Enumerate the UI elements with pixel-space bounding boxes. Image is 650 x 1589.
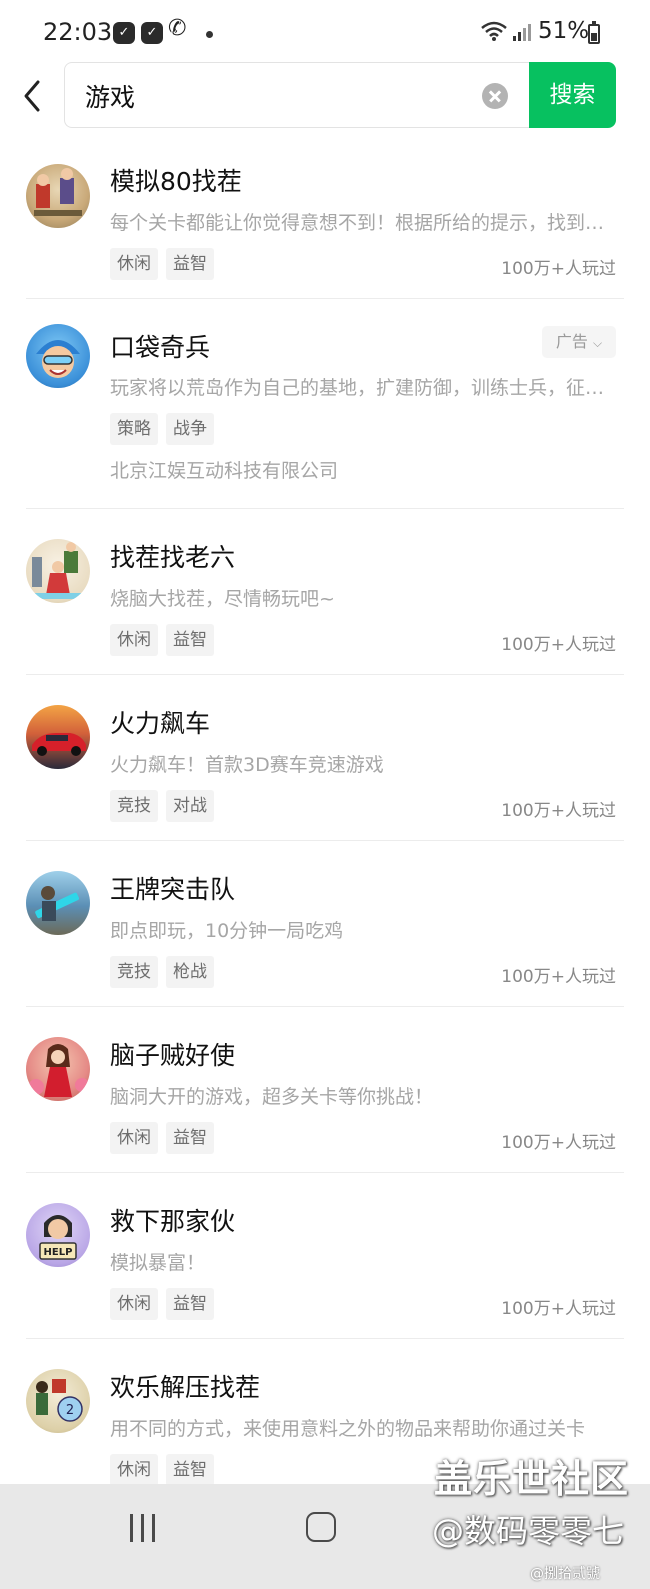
game-tags: 休闲 益智	[110, 1122, 214, 1154]
watermark-weibo: @捌拾贰號	[530, 1566, 600, 1582]
game-item-ad[interactable]: 口袋奇兵 广告 ⌵ 玩家将以荒岛作为自己的基地，扩建防御，训练士兵，征服世界 策…	[0, 299, 650, 509]
game-tag: 休闲	[110, 624, 158, 656]
search-box[interactable]	[64, 62, 529, 128]
search-input[interactable]	[85, 77, 465, 115]
game-item[interactable]: 找茬找老六 烧脑大找茬，尽情畅玩吧~ 休闲 益智 100万+人玩过	[0, 509, 650, 675]
game-item[interactable]: HELP 救下那家伙 模拟暴富！ 休闲 益智 100万+人玩过	[0, 1173, 650, 1339]
game-item[interactable]: 脑子贼好使 脑洞大开的游戏，超多关卡等你挑战！ 休闲 益智 100万+人玩过	[0, 1007, 650, 1173]
game-tag: 战争	[166, 413, 214, 445]
game-tags: 休闲 益智	[110, 248, 214, 280]
game-tags: 休闲 益智	[110, 1454, 214, 1486]
play-count: 100万+人玩过	[501, 259, 616, 279]
ad-badge[interactable]: 广告 ⌵	[542, 326, 616, 358]
game-tag: 竞技	[110, 956, 158, 988]
app-notification-icon: ✓	[141, 22, 163, 44]
game-avatar	[26, 324, 90, 388]
game-avatar	[26, 1037, 90, 1101]
nav-home-icon[interactable]	[306, 1512, 336, 1542]
game-description: 每个关卡都能让你觉得意想不到！根据所给的提示，找到场景中的不同之处	[110, 212, 605, 234]
play-count: 100万+人玩过	[501, 1299, 616, 1319]
game-tag: 益智	[166, 1122, 214, 1154]
nav-recent-icon[interactable]	[128, 1514, 158, 1542]
game-description: 烧脑大找茬，尽情畅玩吧~	[110, 588, 335, 610]
chevron-down-icon: ⌵	[593, 336, 603, 350]
game-description: 模拟暴富！	[110, 1252, 206, 1274]
game-tag: 益智	[166, 1454, 214, 1486]
game-description: 脑洞大开的游戏，超多关卡等你挑战！	[110, 1086, 434, 1108]
ad-label: 广告	[555, 332, 588, 351]
game-tags: 竞技 枪战	[110, 956, 214, 988]
game-item[interactable]: 王牌突击队 即点即玩，10分钟一局吃鸡 竞技 枪战 100万+人玩过	[0, 841, 650, 1007]
game-tags: 策略 战争	[110, 413, 214, 445]
game-tags: 休闲 益智	[110, 624, 214, 656]
game-tag: 竞技	[110, 790, 158, 822]
game-description: 用不同的方式，来使用意料之外的物品来帮助你通过关卡	[110, 1418, 586, 1440]
game-list: 模拟80找茬 每个关卡都能让你觉得意想不到！根据所给的提示，找到场景中的不同之处…	[0, 140, 650, 1499]
back-arrow-icon	[24, 80, 40, 112]
search-button[interactable]: 搜索	[529, 62, 616, 128]
game-description: 玩家将以荒岛作为自己的基地，扩建防御，训练士兵，征服世界	[110, 377, 605, 399]
play-count: 100万+人玩过	[501, 635, 616, 655]
game-avatar	[26, 705, 90, 769]
avatar-help-text: HELP	[44, 1247, 73, 1258]
svg-text:2: 2	[66, 1403, 74, 1418]
game-description: 即点即玩，10分钟一局吃鸡	[110, 920, 344, 942]
game-title: 找茬找老六	[110, 543, 236, 572]
app-notification-icon: ✓	[113, 22, 135, 44]
game-tag: 益智	[166, 248, 214, 280]
game-avatar	[26, 164, 90, 228]
game-title: 火力飙车	[110, 709, 211, 738]
game-tags: 竞技 对战	[110, 790, 214, 822]
game-title: 口袋奇兵	[110, 333, 211, 362]
developer-name: 北京江娱互动科技有限公司	[110, 460, 339, 482]
play-count: 100万+人玩过	[501, 1133, 616, 1153]
game-description: 火力飙车！首款3D赛车竞速游戏	[110, 754, 384, 776]
game-tag: 休闲	[110, 1288, 158, 1320]
wifi-icon	[481, 21, 507, 41]
game-tag: 对战	[166, 790, 214, 822]
game-tags: 休闲 益智	[110, 1288, 214, 1320]
play-count: 100万+人玩过	[501, 967, 616, 987]
signal-icon	[513, 24, 531, 41]
game-title: 脑子贼好使	[110, 1041, 236, 1070]
game-tag: 枪战	[166, 956, 214, 988]
game-tag: 益智	[166, 624, 214, 656]
game-tag: 休闲	[110, 248, 158, 280]
status-time: 22:03	[43, 18, 113, 46]
game-title: 王牌突击队	[110, 875, 236, 904]
game-avatar: HELP	[26, 1203, 90, 1267]
play-count: 100万+人玩过	[501, 801, 616, 821]
game-tag: 益智	[166, 1288, 214, 1320]
watermark-author: @数码零零七	[432, 1512, 625, 1550]
game-title: 欢乐解压找茬	[110, 1373, 261, 1402]
watermark-community: 盖乐世社区	[434, 1457, 630, 1501]
status-bar: 22:03 ✓ ✓ ✆ 51%	[0, 0, 650, 64]
game-item[interactable]: 模拟80找茬 每个关卡都能让你觉得意想不到！根据所给的提示，找到场景中的不同之处…	[0, 140, 650, 299]
game-tag: 休闲	[110, 1454, 158, 1486]
game-title: 模拟80找茬	[110, 167, 242, 196]
game-item[interactable]: 火力飙车 火力飙车！首款3D赛车竞速游戏 竞技 对战 100万+人玩过	[0, 675, 650, 841]
battery-icon	[588, 21, 600, 44]
game-avatar: 2	[26, 1369, 90, 1433]
game-avatar	[26, 871, 90, 935]
back-button[interactable]	[18, 76, 48, 116]
clear-icon[interactable]	[482, 83, 508, 109]
game-tag: 休闲	[110, 1122, 158, 1154]
battery-percent: 51%	[538, 18, 590, 44]
game-tag: 策略	[110, 413, 158, 445]
game-title: 救下那家伙	[110, 1207, 236, 1236]
missed-call-icon: ✆	[168, 16, 187, 41]
game-avatar	[26, 539, 90, 603]
more-notifications-icon	[206, 31, 213, 38]
